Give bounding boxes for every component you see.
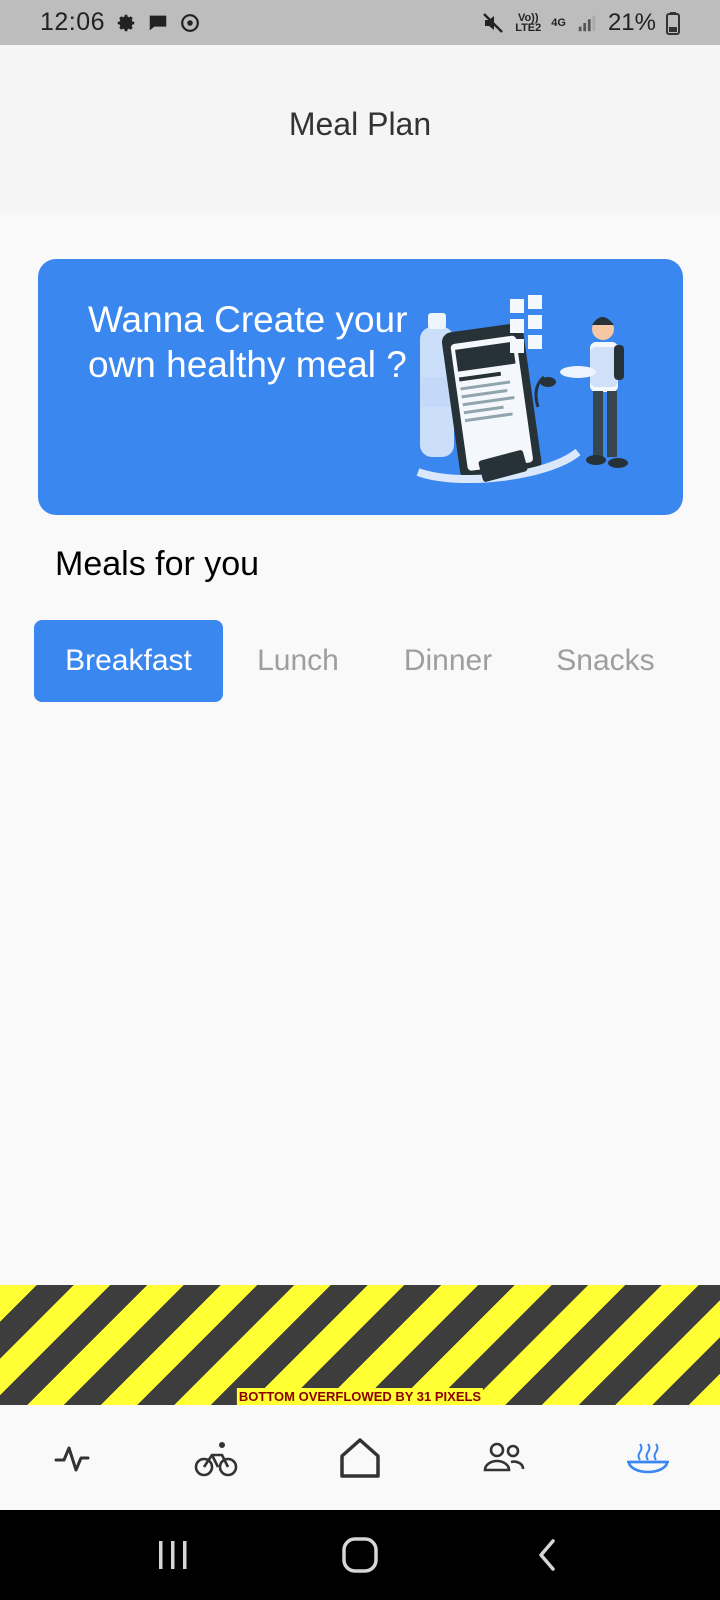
network-indicator: Vo)) LTE2 xyxy=(515,12,542,34)
system-back-button[interactable] xyxy=(502,1520,592,1590)
network-bottom-label: LTE2 xyxy=(515,21,542,34)
recent-apps-icon xyxy=(159,1541,187,1569)
overflow-warning-text: BOTTOM OVERFLOWED BY 31 PIXELS xyxy=(236,1388,484,1405)
status-time: 12:06 xyxy=(40,8,106,36)
meal-tabs: Breakfast Lunch Dinner Snacks xyxy=(34,620,694,702)
message-icon xyxy=(147,12,169,34)
healthy-meal-illustration xyxy=(416,295,628,483)
tab-dinner[interactable]: Dinner xyxy=(373,620,523,702)
banner-text: Wanna Create your own healthy meal ? xyxy=(88,299,408,385)
settings-icon xyxy=(115,12,137,34)
status-right: Vo)) LTE2 4G 21% xyxy=(481,9,680,37)
mute-icon xyxy=(481,11,505,35)
network-type: 4G xyxy=(551,16,566,29)
battery-percent: 21% xyxy=(607,8,656,36)
bottom-nav xyxy=(0,1405,720,1510)
home-button-icon xyxy=(342,1537,378,1573)
overflow-warning: BOTTOM OVERFLOWED BY 31 PIXELS xyxy=(0,1285,720,1405)
back-icon xyxy=(538,1539,555,1571)
nav-meals[interactable] xyxy=(608,1418,688,1498)
nav-home[interactable] xyxy=(320,1418,400,1498)
system-nav xyxy=(0,1510,720,1600)
nav-cycling[interactable] xyxy=(176,1418,256,1498)
page-title: Meal Plan xyxy=(288,105,432,142)
app-header: Meal Plan xyxy=(0,45,720,213)
tab-snacks[interactable]: Snacks xyxy=(523,620,688,702)
signal-icon xyxy=(576,12,598,34)
battery-icon xyxy=(666,11,680,35)
system-home-button[interactable] xyxy=(315,1520,405,1590)
tab-breakfast[interactable]: Breakfast xyxy=(34,620,223,702)
community-icon xyxy=(483,1442,525,1471)
meal-bowl-icon xyxy=(627,1442,669,1473)
create-meal-banner[interactable]: Wanna Create your own healthy meal ? xyxy=(38,259,683,515)
bicycle-icon xyxy=(194,1441,238,1476)
section-title: Meals for you xyxy=(55,545,260,583)
nav-activity[interactable] xyxy=(32,1418,112,1498)
tab-lunch[interactable]: Lunch xyxy=(223,620,373,702)
status-left: 12:06 xyxy=(40,8,201,37)
activity-icon xyxy=(54,1446,90,1471)
recent-apps-button[interactable] xyxy=(128,1520,218,1590)
home-icon xyxy=(340,1437,380,1478)
nav-community[interactable] xyxy=(464,1418,544,1498)
status-bar: 12:06 Vo)) LTE2 4G 21% xyxy=(0,0,720,45)
sync-icon xyxy=(179,12,201,34)
